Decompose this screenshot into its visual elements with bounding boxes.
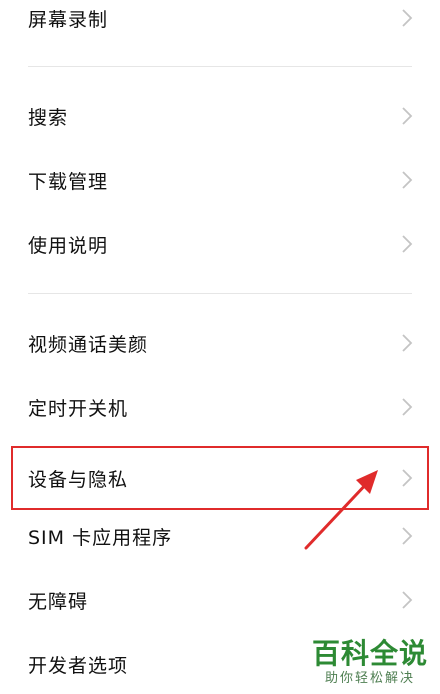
settings-item-scheduled-power[interactable]: 定时开关机: [0, 377, 440, 437]
settings-item-label: 下载管理: [28, 170, 109, 193]
settings-item-accessibility[interactable]: 无障碍: [0, 570, 440, 630]
chevron-right-icon: [402, 171, 413, 189]
chevron-right-icon: [402, 527, 413, 545]
chevron-right-icon: [402, 334, 413, 352]
settings-item-user-guide[interactable]: 使用说明: [0, 214, 440, 274]
chevron-right-icon: [402, 235, 413, 253]
section-divider: [28, 293, 412, 294]
settings-item-label: 搜索: [28, 106, 69, 129]
settings-item-label: 无障碍: [28, 590, 89, 613]
settings-item-label: 屏幕录制: [28, 8, 109, 31]
watermark-subtitle: 助你轻松解决: [324, 671, 415, 686]
settings-item-label: 视频通话美颜: [28, 333, 149, 356]
settings-item-label: SIM 卡应用程序: [28, 526, 173, 549]
settings-item-screen-recording[interactable]: 屏幕录制: [0, 0, 440, 48]
chevron-right-icon: [402, 107, 413, 125]
settings-screen: 屏幕录制 搜索 下载管理 使用说明 视频通话美颜 定时开关机 设备与隐私 SIM…: [0, 0, 440, 694]
chevron-right-icon: [402, 591, 413, 609]
chevron-right-icon: [402, 9, 413, 27]
settings-item-video-call-beauty[interactable]: 视频通话美颜: [0, 313, 440, 373]
section-divider: [28, 66, 412, 67]
chevron-right-icon: [402, 398, 413, 416]
watermark: 百科全说 助你轻松解决: [312, 638, 428, 688]
settings-item-sim-apps[interactable]: SIM 卡应用程序: [0, 506, 440, 566]
settings-item-search[interactable]: 搜索: [0, 86, 440, 146]
settings-item-download-manager[interactable]: 下载管理: [0, 150, 440, 210]
watermark-title: 百科全说: [311, 637, 428, 670]
settings-item-label: 定时开关机: [28, 397, 129, 420]
settings-item-label: 开发者选项: [28, 654, 129, 677]
settings-item-label: 使用说明: [28, 234, 109, 257]
